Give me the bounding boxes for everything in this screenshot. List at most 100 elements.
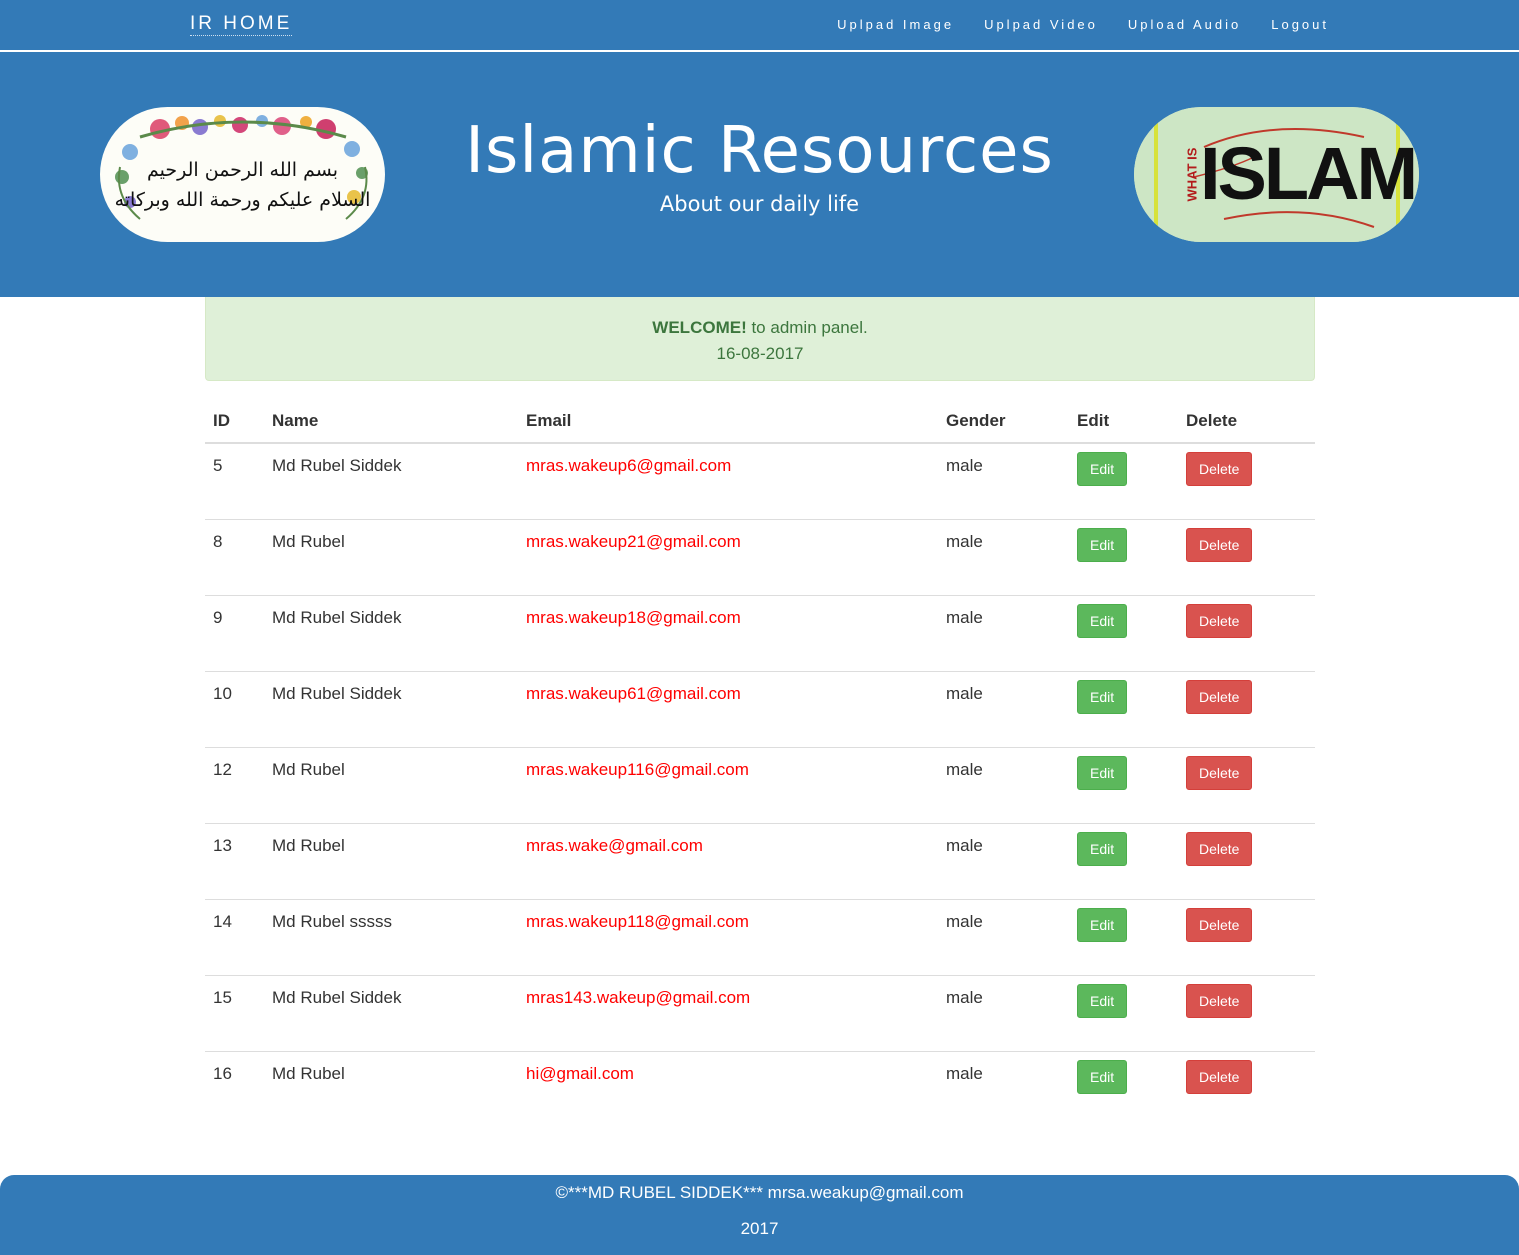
cell-name: Md Rubel — [264, 746, 518, 823]
cell-delete: Delete — [1178, 822, 1315, 899]
cell-edit: Edit — [1069, 822, 1178, 899]
cell-edit: Edit — [1069, 1050, 1178, 1127]
cell-gender: male — [938, 746, 1069, 823]
welcome-line: WELCOME! to admin panel. — [206, 315, 1314, 341]
cell-id: 5 — [213, 456, 223, 475]
cell-name: Md Rubel Siddek — [264, 594, 518, 671]
cell-name: Md Rubel sssss — [264, 898, 518, 975]
cell-id: 10 — [205, 670, 264, 747]
nav-upload-video-link[interactable]: Uplpad Video — [984, 16, 1098, 34]
cell-edit: Edit — [1069, 746, 1178, 823]
col-name-header: Name — [264, 399, 518, 444]
delete-button[interactable]: Delete — [1186, 603, 1253, 638]
cell-gender: male — [938, 822, 1069, 899]
nav-logout-link[interactable]: Logout — [1271, 16, 1329, 34]
cell-email: mras.wakeup61@gmail.com — [518, 670, 938, 747]
top-navbar: IR HOME Uplpad Image Uplpad Video Upload… — [0, 0, 1519, 52]
cell-delete: Delete — [1178, 1050, 1315, 1127]
table-row: 13 Md Rubel mras.wake@gmail.com male Edit Del… — [205, 822, 1315, 899]
cell-name: Md Rubel — [264, 1050, 518, 1127]
table-header-row: ID Name Email Gender Edit Delete — [205, 399, 1315, 444]
table-row: 16 Md Rubel hi@gmail.com male Edit Delete — [205, 1050, 1315, 1127]
delete-button[interactable]: Delete — [1186, 679, 1253, 714]
delete-button[interactable]: Delete — [1186, 1059, 1253, 1094]
cell-id: 15 — [205, 974, 264, 1051]
col-id-header: ID — [205, 399, 264, 444]
welcome-strong: WELCOME! — [652, 318, 747, 337]
cell-id: 8 — [205, 518, 264, 595]
cell-edit: Edit — [1069, 974, 1178, 1051]
cell-delete: Delete — [1178, 746, 1315, 823]
welcome-alert: WELCOME! to admin panel. 16-08-2017 — [205, 297, 1315, 381]
nav-upload-audio-link[interactable]: Upload Audio — [1128, 16, 1241, 34]
delete-button[interactable]: Delete — [1186, 755, 1253, 790]
edit-button[interactable]: Edit — [1077, 679, 1128, 714]
cell-delete: Delete — [1178, 974, 1315, 1051]
cell-delete: Delete — [1178, 594, 1315, 671]
cell-name: Md Rubel Siddek — [264, 974, 518, 1051]
col-gender-header: Gender — [938, 399, 1069, 444]
edit-button[interactable]: Edit — [1077, 755, 1128, 790]
col-delete-header: Delete — [1178, 399, 1315, 444]
cell-edit: Edit — [1069, 518, 1178, 595]
cell-gender: male — [938, 974, 1069, 1051]
nav-upload-image-link[interactable]: Uplpad Image — [837, 16, 954, 34]
delete-button[interactable]: Delete — [1186, 527, 1253, 562]
cell-name: Md Rubel — [264, 822, 518, 899]
cell-edit: Edit — [1069, 898, 1178, 975]
brand-home-link[interactable]: IR HOME — [190, 13, 293, 36]
cell-gender: male — [946, 456, 983, 475]
footer-copyright: ©***MD RUBEL SIDDEK*** mrsa.weakup@gmail… — [555, 1183, 964, 1202]
delete-button[interactable]: Delete — [1186, 831, 1253, 866]
edit-button[interactable]: Edit — [1077, 983, 1128, 1018]
what-is-islam-logo: WHAT IS ISLAM — [1134, 107, 1419, 242]
site-header: بسم الله الرحمن الرحيم السلام عليكم ورحم… — [0, 52, 1519, 297]
delete-button[interactable]: Delete — [1186, 452, 1253, 486]
edit-button[interactable]: Edit — [1077, 907, 1128, 942]
table-row: 9 Md Rubel Siddek mras.wakeup18@gmail.com m… — [205, 594, 1315, 671]
cell-id: 14 — [205, 898, 264, 975]
cell-email: mras.wakeup118@gmail.com — [518, 898, 938, 975]
cell-name: Md Rubel Siddek — [264, 670, 518, 747]
nav-links: Uplpad Image Uplpad Video Upload Audio L… — [807, 16, 1329, 34]
table-row: 12 Md Rubel mras.wakeup116@gmail.com male Ed… — [205, 746, 1315, 823]
col-email-header: Email — [518, 399, 938, 444]
cell-gender: male — [938, 518, 1069, 595]
edit-button[interactable]: Edit — [1077, 527, 1128, 562]
cell-delete: Delete — [1178, 443, 1315, 519]
cell-email: mras.wakeup6@gmail.com — [526, 456, 732, 475]
cell-gender: male — [938, 594, 1069, 671]
cell-edit: Edit — [1069, 670, 1178, 747]
cell-email: mras.wakeup18@gmail.com — [518, 594, 938, 671]
edit-button[interactable]: Edit — [1077, 452, 1128, 486]
cell-edit: Edit — [1069, 443, 1178, 519]
table-body: 5 Md Rubel Siddek mras.wakeup6@gmail.com ma… — [205, 443, 1315, 1127]
cell-email: hi@gmail.com — [518, 1050, 938, 1127]
site-footer: ©***MD RUBEL SIDDEK*** mrsa.weakup@gmail… — [0, 1175, 1519, 1255]
edit-button[interactable]: Edit — [1077, 831, 1128, 866]
cell-name: Md Rubel — [264, 518, 518, 595]
cell-email: mras.wakeup21@gmail.com — [518, 518, 938, 595]
cell-edit: Edit — [1069, 594, 1178, 671]
table-row: 15 Md Rubel Siddek mras143.wakeup@gmail.co… — [205, 974, 1315, 1051]
delete-button[interactable]: Delete — [1186, 983, 1253, 1018]
cell-name: Md Rubel Siddek — [272, 456, 402, 475]
col-edit-header: Edit — [1069, 399, 1178, 444]
table-row: 10 Md Rubel Siddek mras.wakeup61@gmail.com… — [205, 670, 1315, 747]
cell-id: 13 — [205, 822, 264, 899]
users-table: ID Name Email Gender Edit Delete 5 Md Rub… — [205, 399, 1315, 1127]
cell-delete: Delete — [1178, 898, 1315, 975]
edit-button[interactable]: Edit — [1077, 1059, 1128, 1094]
cell-email: mras143.wakeup@gmail.com — [518, 974, 938, 1051]
cell-gender: male — [938, 670, 1069, 747]
delete-button[interactable]: Delete — [1186, 907, 1253, 942]
cell-email: mras.wakeup116@gmail.com — [518, 746, 938, 823]
islam-label: ISLAM — [1200, 132, 1418, 215]
cell-email: mras.wake@gmail.com — [518, 822, 938, 899]
cell-delete: Delete — [1178, 518, 1315, 595]
edit-button[interactable]: Edit — [1077, 603, 1128, 638]
cell-gender: male — [938, 898, 1069, 975]
table-row: 14 Md Rubel sssss mras.wakeup118@gmail.com… — [205, 898, 1315, 975]
cell-delete: Delete — [1178, 670, 1315, 747]
cell-id: 9 — [205, 594, 264, 671]
